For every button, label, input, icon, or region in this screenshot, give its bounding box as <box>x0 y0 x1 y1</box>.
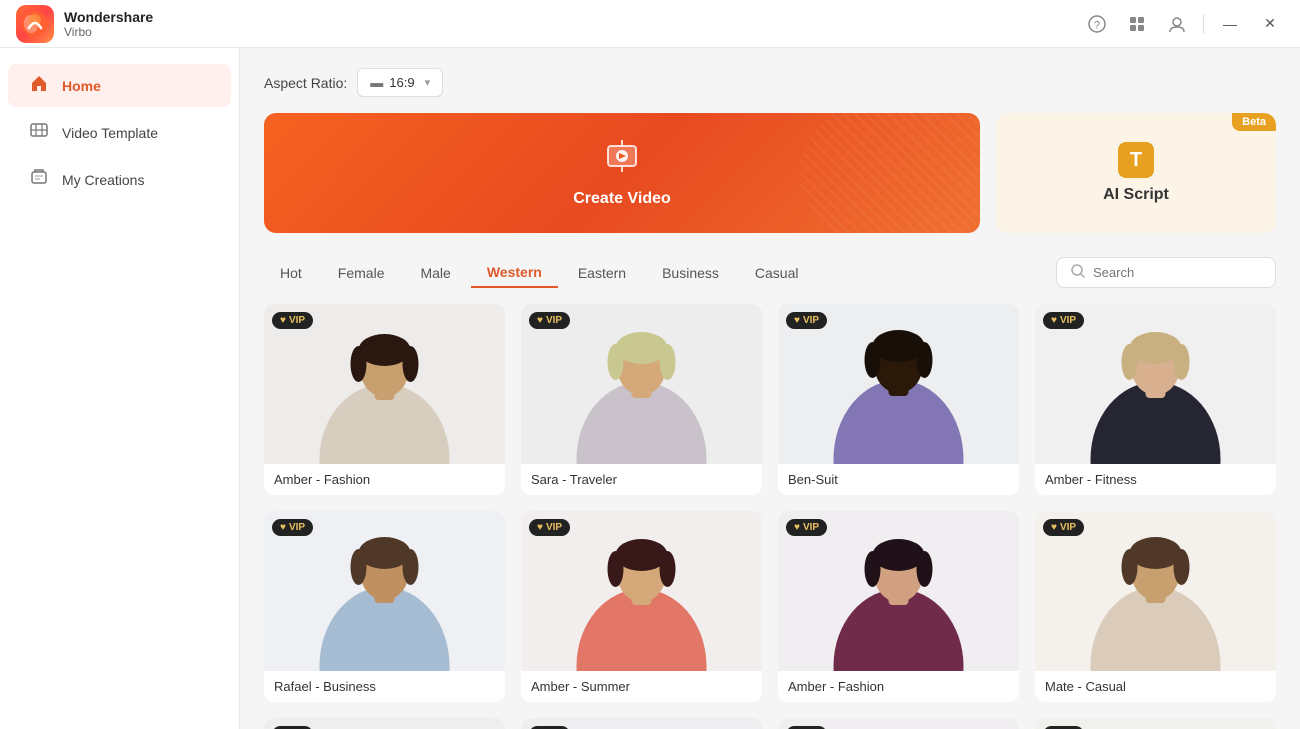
aspect-ratio-select[interactable]: ▬ 16:9 ▾ <box>357 68 443 97</box>
avatar-thumbnail: VIP <box>264 511 505 671</box>
app-name: Wondershare Virbo <box>64 9 153 39</box>
minimize-button[interactable]: — <box>1216 10 1244 38</box>
aspect-ratio-bar: Aspect Ratio: ▬ 16:9 ▾ <box>264 68 1276 97</box>
avatar-card[interactable]: VIP <box>778 718 1019 729</box>
avatar-thumbnail: VIP <box>264 718 505 729</box>
avatar-thumbnail: VIP <box>778 511 1019 671</box>
search-icon <box>1071 264 1085 281</box>
avatar-thumbnail: VIP <box>264 304 505 464</box>
tab-female[interactable]: Female <box>322 259 401 287</box>
tab-western[interactable]: Western <box>471 258 558 288</box>
vip-badge: VIP <box>1043 312 1084 329</box>
content-area: Aspect Ratio: ▬ 16:9 ▾ Create Video Beta… <box>240 48 1300 729</box>
avatar-card[interactable]: VIP Sara - Traveler <box>521 304 762 495</box>
title-divider <box>1203 14 1204 34</box>
grid-icon[interactable] <box>1123 10 1151 38</box>
close-button[interactable]: ✕ <box>1256 10 1284 38</box>
avatar-card[interactable]: VIP Amber - Fashion <box>778 511 1019 702</box>
title-bar-controls: ? — ✕ <box>1083 10 1284 38</box>
banners-row: Create Video Beta T AI Script <box>264 113 1276 233</box>
avatar-thumbnail: VIP <box>521 304 762 464</box>
avatar-thumbnail: VIP <box>778 718 1019 729</box>
app-name-line2: Virbo <box>64 25 153 39</box>
avatar-card[interactable]: VIP Rafael - Business <box>264 511 505 702</box>
avatar-card[interactable]: VIP Amber - Summer <box>521 511 762 702</box>
filter-tabs: Hot Female Male Western Eastern Business… <box>264 258 814 288</box>
aspect-ratio-label: Aspect Ratio: <box>264 75 347 91</box>
avatar-label: Sara - Traveler <box>521 464 762 495</box>
user-icon[interactable] <box>1163 10 1191 38</box>
create-video-icon <box>604 138 640 182</box>
help-icon[interactable]: ? <box>1083 10 1111 38</box>
avatar-label: Amber - Fitness <box>1035 464 1276 495</box>
avatar-thumbnail: VIP <box>521 511 762 671</box>
avatar-label: Rafael - Business <box>264 671 505 702</box>
avatar-grid: VIP Amber - Fashion VIP <box>264 304 1276 729</box>
sidebar: Home Video Template My Creations <box>0 48 240 729</box>
create-video-label: Create Video <box>573 190 671 208</box>
avatar-thumbnail: VIP <box>521 718 762 729</box>
my-creations-icon <box>28 168 50 191</box>
vip-badge: VIP <box>786 519 827 536</box>
app-name-line1: Wondershare <box>64 9 153 25</box>
search-box <box>1056 257 1276 288</box>
vip-badge: VIP <box>1043 519 1084 536</box>
main-layout: Home Video Template My Creations Aspect … <box>0 48 1300 729</box>
filter-row: Hot Female Male Western Eastern Business… <box>264 257 1276 288</box>
avatar-label: Ben-Suit <box>778 464 1019 495</box>
avatar-label: Amber - Fashion <box>264 464 505 495</box>
tab-business[interactable]: Business <box>646 259 735 287</box>
sidebar-item-my-creations[interactable]: My Creations <box>8 158 231 201</box>
sidebar-item-home-label: Home <box>62 78 101 94</box>
create-video-banner[interactable]: Create Video <box>264 113 980 233</box>
aspect-ratio-icon: ▬ <box>370 75 383 90</box>
tab-hot[interactable]: Hot <box>264 259 318 287</box>
avatar-card[interactable]: VIP Mate - Casual <box>1035 511 1276 702</box>
video-template-icon <box>28 121 50 144</box>
avatar-card[interactable]: VIP Amber - Fitness <box>1035 304 1276 495</box>
search-input[interactable] <box>1093 265 1261 280</box>
beta-badge: Beta <box>1232 113 1276 131</box>
title-bar: Wondershare Virbo ? — ✕ <box>0 0 1300 48</box>
tab-casual[interactable]: Casual <box>739 259 815 287</box>
avatar-card[interactable]: VIP Ben-Suit <box>778 304 1019 495</box>
sidebar-item-video-label: Video Template <box>62 125 158 141</box>
avatar-thumbnail: VIP <box>1035 304 1276 464</box>
vip-badge: VIP <box>272 312 313 329</box>
sidebar-item-creations-label: My Creations <box>62 172 144 188</box>
vip-badge: VIP <box>529 312 570 329</box>
tab-eastern[interactable]: Eastern <box>562 259 642 287</box>
ai-script-banner[interactable]: Beta T AI Script <box>996 113 1276 233</box>
tab-male[interactable]: Male <box>404 259 466 287</box>
chevron-down-icon: ▾ <box>425 76 431 89</box>
svg-text:?: ? <box>1094 19 1100 31</box>
avatar-card[interactable]: VIP <box>521 718 762 729</box>
ai-script-label: AI Script <box>1103 186 1169 204</box>
avatar-thumbnail: VIP <box>1035 718 1276 729</box>
avatar-thumbnail: VIP <box>1035 511 1276 671</box>
avatar-card[interactable]: VIP Amber - Fashion <box>264 304 505 495</box>
vip-badge: VIP <box>272 519 313 536</box>
avatar-card[interactable]: VIP <box>264 718 505 729</box>
avatar-label: Amber - Fashion <box>778 671 1019 702</box>
aspect-ratio-value: 16:9 <box>389 75 414 90</box>
vip-badge: VIP <box>529 519 570 536</box>
avatar-thumbnail: VIP <box>778 304 1019 464</box>
logo-svg <box>21 10 49 38</box>
avatar-card[interactable]: VIP <box>1035 718 1276 729</box>
app-logo-area: Wondershare Virbo <box>16 5 153 43</box>
vip-badge: VIP <box>786 312 827 329</box>
avatar-label: Amber - Summer <box>521 671 762 702</box>
avatar-label: Mate - Casual <box>1035 671 1276 702</box>
app-logo <box>16 5 54 43</box>
sidebar-item-home[interactable]: Home <box>8 64 231 107</box>
sidebar-item-video-template[interactable]: Video Template <box>8 111 231 154</box>
ai-script-icon: T <box>1118 142 1154 178</box>
home-icon <box>28 74 50 97</box>
